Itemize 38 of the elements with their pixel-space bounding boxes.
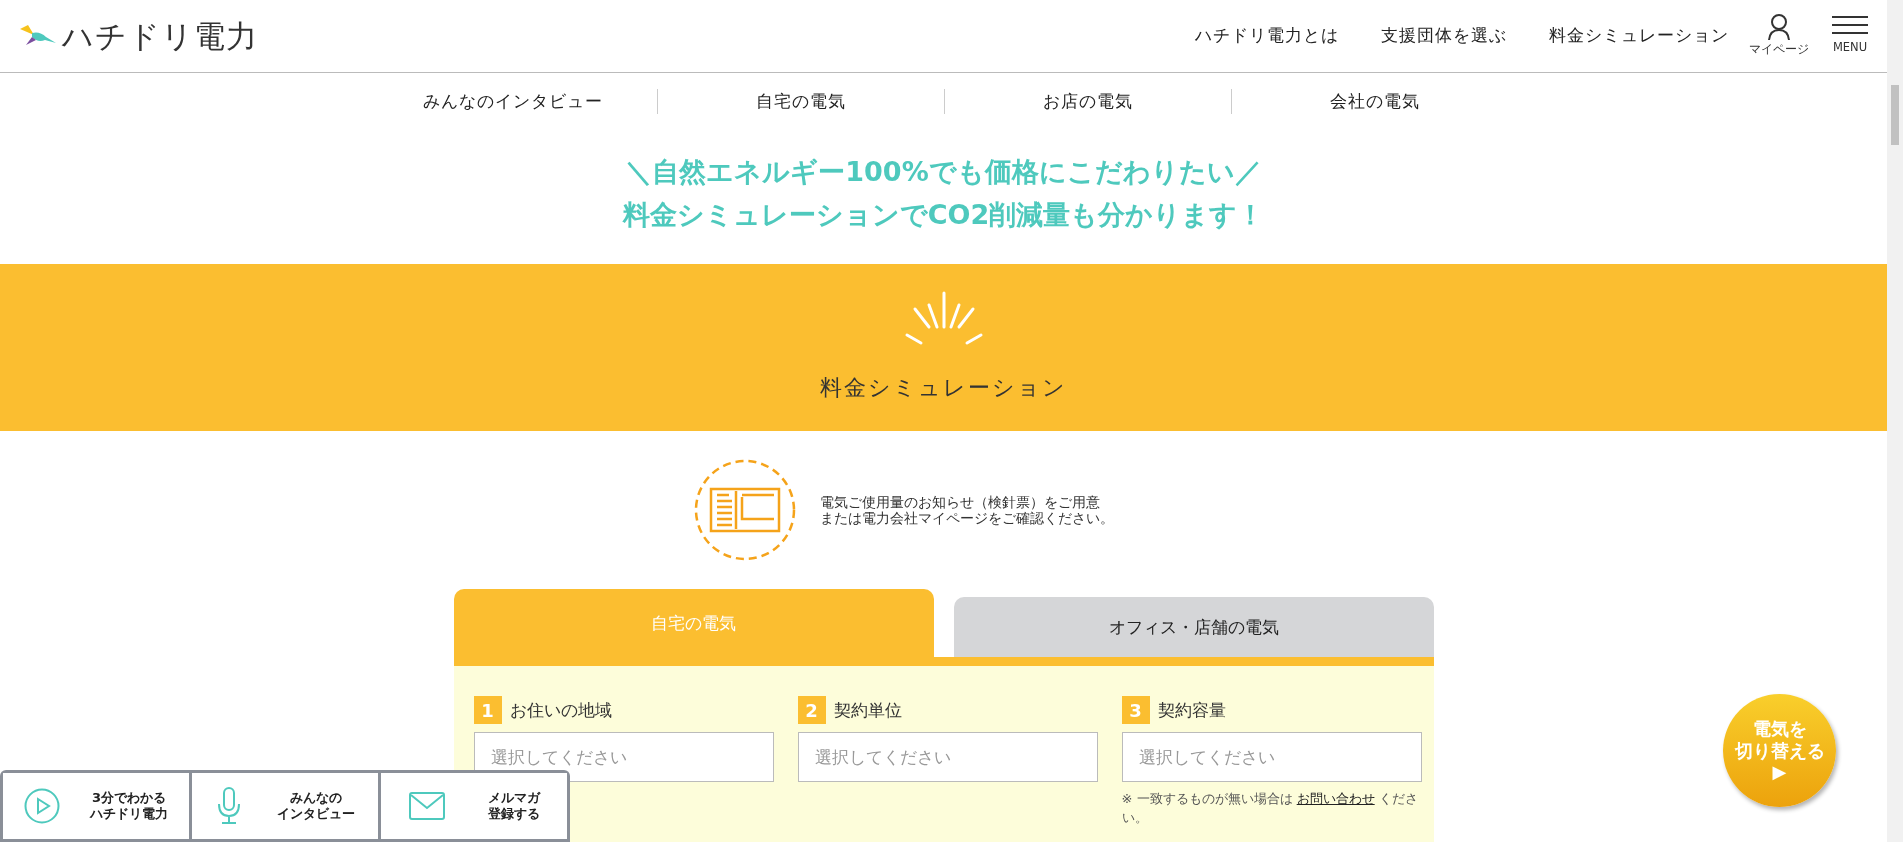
logo-text[interactable]: ハチドリ電力: [62, 12, 258, 60]
banner-title: 料金シミュレーション: [820, 374, 1067, 403]
note-text: ※ 一致するものが無い場合は お問い合わせ ください。: [1121, 790, 1419, 827]
play-icon: [24, 788, 60, 824]
notice-text: 電気ご使用量のお知らせ（検針票）をご用意: [819, 493, 1101, 511]
tagline: ＼自然エネルギー100%でも価格にこだわりたい／: [625, 155, 1262, 189]
user-icon[interactable]: [1767, 13, 1791, 42]
menu-icon[interactable]: [1831, 15, 1869, 36]
contact-link[interactable]: お問い合わせ: [1296, 791, 1375, 807]
step-number: 2: [797, 696, 826, 725]
step-number: 3: [1121, 696, 1150, 725]
select-field[interactable]: 選択してください: [797, 732, 1098, 783]
mypage-label[interactable]: マイページ: [1749, 41, 1809, 59]
subnav-link[interactable]: 自宅の電気: [656, 88, 944, 115]
envelope-icon: [408, 792, 445, 820]
scrollbar[interactable]: [1887, 0, 1903, 842]
tagline: 料金シミュレーションでCO2削減量も分かります！: [622, 198, 1265, 233]
nav-link[interactable]: 料金シミュレーション: [1549, 23, 1729, 49]
bottom-bar-button[interactable]: メルマガ 登録する: [381, 773, 567, 839]
subnav-link[interactable]: みんなのインタビュー: [369, 88, 657, 115]
step-number: 1: [473, 696, 502, 725]
subnav-link[interactable]: 会社の電気: [1230, 88, 1518, 115]
meter-slip-icon: [693, 459, 796, 562]
field-label: お住いの地域: [509, 698, 612, 722]
select-field[interactable]: 選択してください: [473, 732, 774, 783]
scrollbar-thumb[interactable]: [1891, 85, 1899, 145]
bottom-bar-button[interactable]: みんなの インタビュー: [192, 773, 378, 839]
select-field[interactable]: 選択してください: [1121, 732, 1422, 783]
tab[interactable]: オフィス・店舗の電気: [953, 597, 1434, 658]
menu-label[interactable]: MENU: [1832, 39, 1868, 57]
field-label: 契約容量: [1157, 698, 1226, 722]
nav-link[interactable]: ハチドリ電力とは: [1195, 23, 1339, 49]
nav-link[interactable]: 支援団体を選ぶ: [1381, 23, 1507, 49]
notice-text: または電力会社マイページをご確認ください。: [819, 510, 1114, 528]
bottom-bar-button[interactable]: 3分でわかる ハチドリ電力: [3, 773, 189, 839]
microphone-icon: [215, 787, 242, 825]
field-label: 契約単位: [833, 698, 902, 722]
subnav-link[interactable]: お店の電気: [943, 88, 1231, 115]
